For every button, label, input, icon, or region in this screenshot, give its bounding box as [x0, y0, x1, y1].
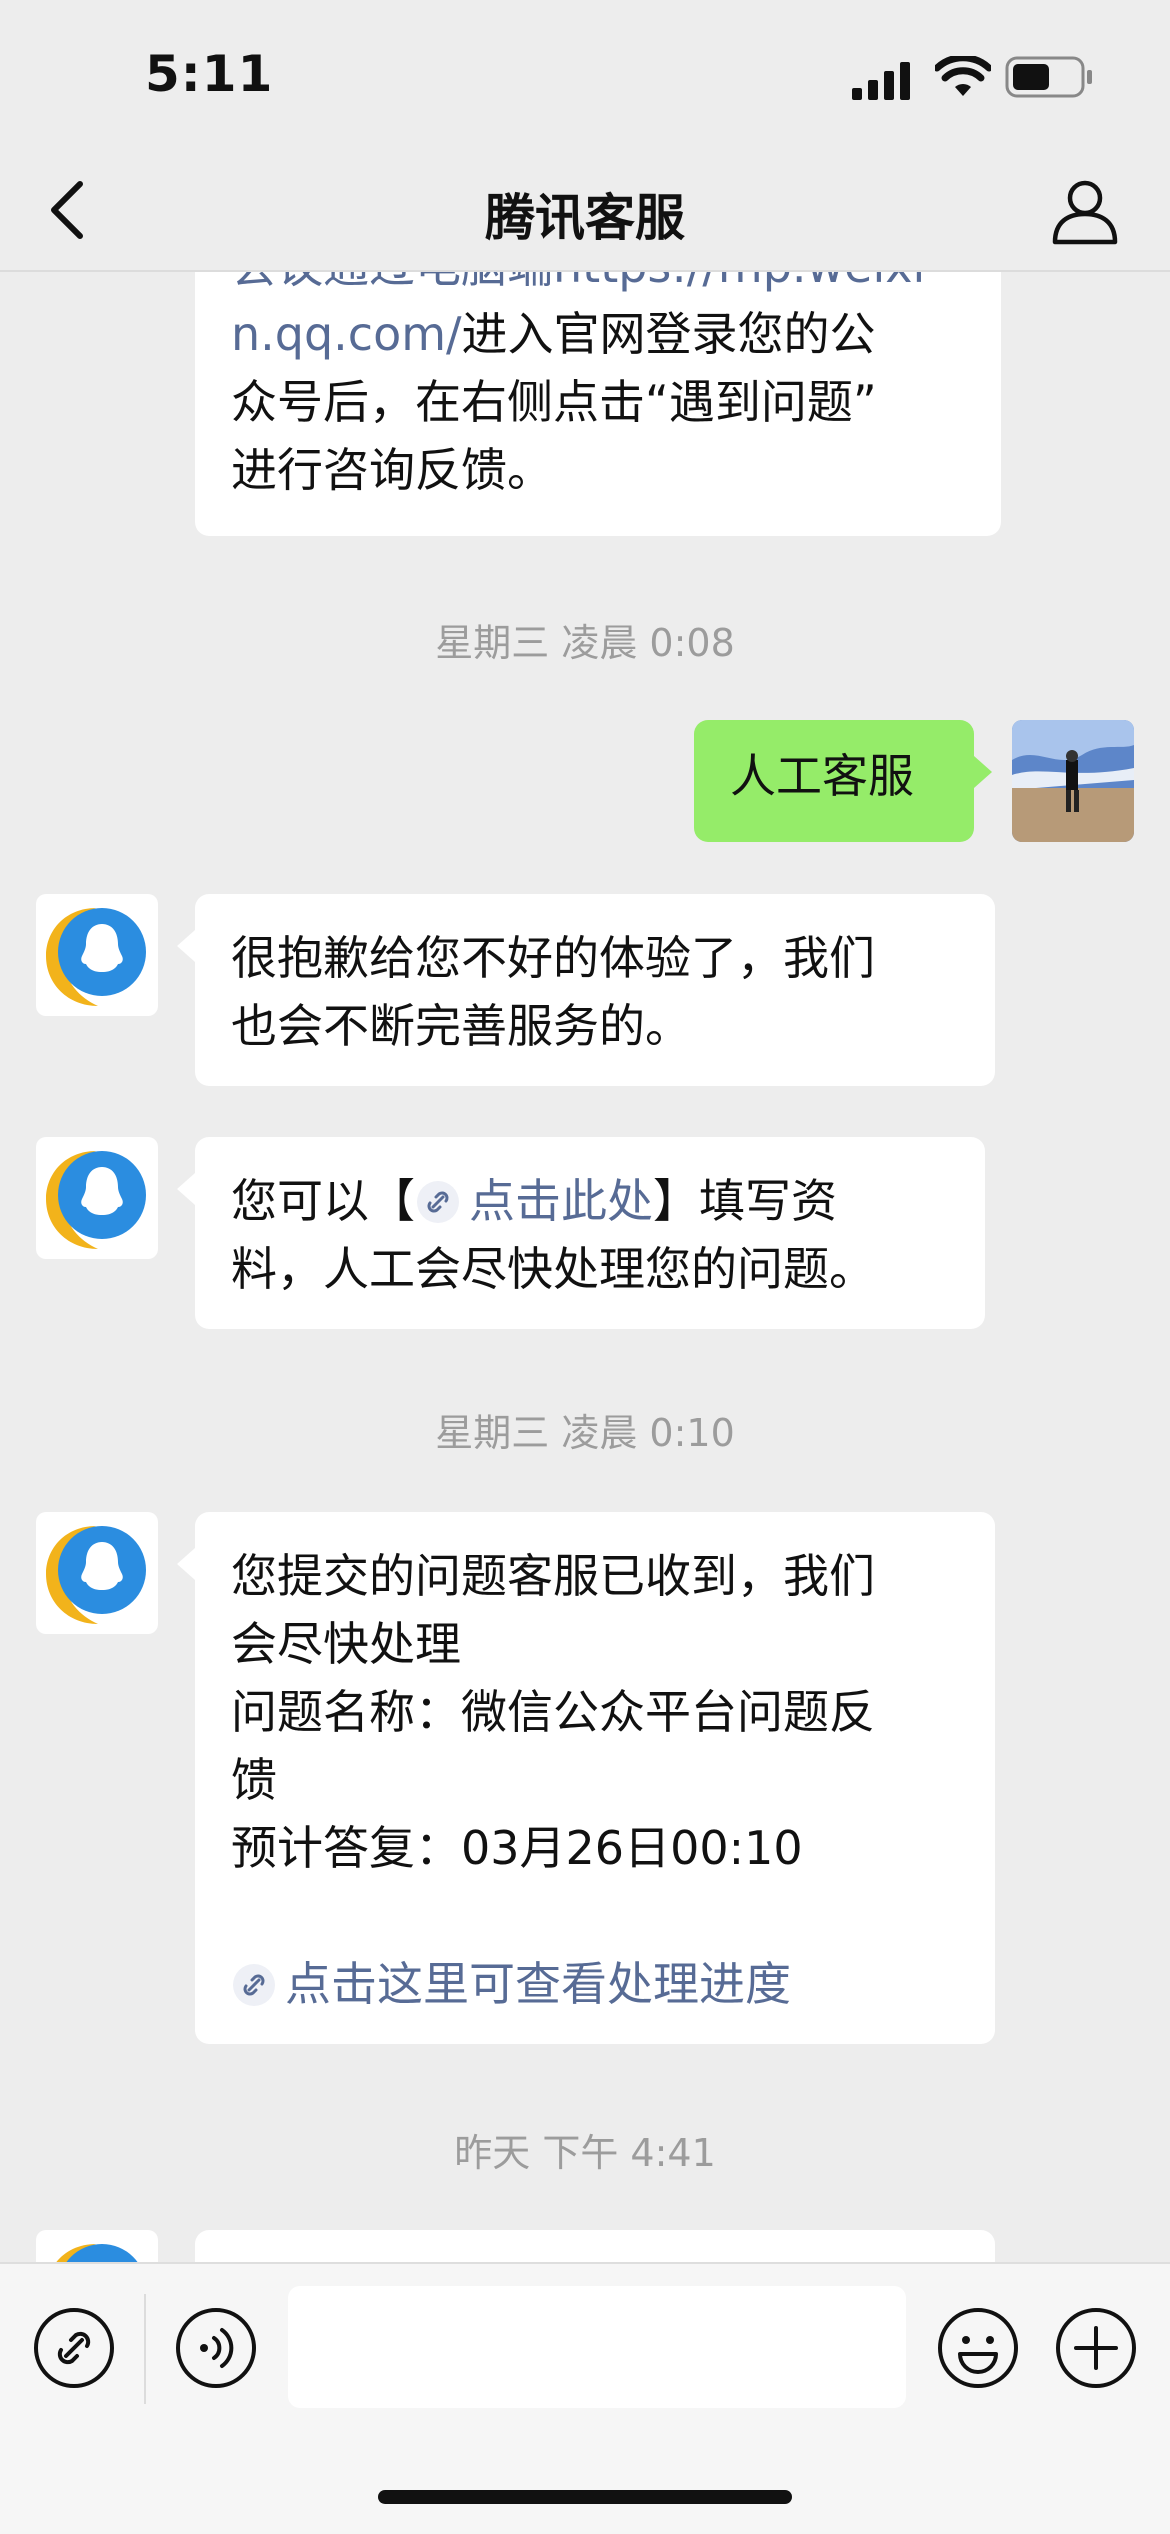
message-text: 进行咨询反馈。 — [231, 443, 553, 497]
message-text: 您提交的问题客服已收到，我们 — [231, 1549, 875, 1603]
message-text: 会议通过电脑端https://mp.weixi — [231, 272, 965, 300]
timestamp: 星期三 凌晨 0:08 — [435, 621, 735, 665]
service-avatar[interactable] — [36, 2230, 158, 2262]
message-text: 人工客服 — [730, 749, 914, 803]
status-time: 5:11 — [145, 45, 274, 103]
service-avatar[interactable] — [36, 1137, 158, 1259]
message-text: 进入官网登录您的公 — [461, 307, 876, 361]
user-avatar[interactable] — [1012, 720, 1134, 842]
timestamp: 星期三 凌晨 0:10 — [435, 1411, 735, 1455]
service-avatar[interactable] — [36, 894, 158, 1016]
message-text: 预计答复：03月26日00:10 — [231, 1821, 803, 1875]
message-text: 也会不断完善服务的。 — [231, 999, 691, 1053]
plus-icon[interactable] — [1052, 2304, 1140, 2392]
qq-logo-icon — [56, 2244, 138, 2262]
message-bubble[interactable]: 很抱歉给您不好的体验了，我们 也会不断完善服务的。 — [177, 894, 995, 1086]
message-text: 】填写资 — [653, 1174, 837, 1228]
qq-logo-icon — [46, 1526, 146, 1624]
message-text: 会尽快处理 — [231, 1617, 461, 1671]
status-bar: 5:11 — [0, 0, 1170, 150]
link-icon[interactable] — [30, 2304, 118, 2392]
message-bubble-sent[interactable]: 人工客服 — [694, 720, 992, 842]
progress-link[interactable]: 点击这里可查看处理进度 — [285, 1957, 791, 2011]
qq-logo-icon — [46, 1151, 146, 1249]
message-input[interactable] — [288, 2286, 906, 2408]
message-text: 很抱歉给您不好的体验了，我们 — [231, 931, 875, 985]
wifi-icon — [935, 56, 991, 96]
message-text: 众号后，在右侧点击“遇到问题” — [231, 375, 877, 429]
timestamp: 昨天 下午 4:41 — [454, 2131, 716, 2175]
emoji-icon[interactable] — [934, 2304, 1022, 2392]
message-bubble[interactable]: 您可以【 点击此处】填写资 料，人工会尽快处理您的问题。 — [177, 1137, 985, 1329]
divider — [144, 2294, 146, 2404]
qq-logo-icon — [46, 908, 146, 1006]
fill-form-link[interactable]: 点击此处 — [469, 1174, 653, 1228]
page-title: 腾讯客服 — [485, 189, 685, 247]
message-link[interactable]: n.qq.com/ — [231, 307, 462, 361]
message-bubble[interactable] — [195, 2230, 995, 2262]
signal-icon — [852, 62, 910, 100]
nav-bar: 腾讯客服 — [0, 150, 1170, 272]
message-text: 问题名称：微信公众平台问题反 — [231, 1685, 875, 1739]
link-icon — [417, 1181, 459, 1223]
service-avatar[interactable] — [36, 1512, 158, 1634]
battery-icon — [1005, 56, 1092, 98]
home-indicator — [378, 2490, 792, 2504]
message-text: 料，人工会尽快处理您的问题。 — [231, 1242, 875, 1296]
message-bubble[interactable]: 您提交的问题客服已收到，我们 会尽快处理 问题名称：微信公众平台问题反 馈 预计… — [177, 1512, 995, 2044]
message-text: 馈 — [231, 1753, 277, 1807]
message-text: 您可以【 — [231, 1174, 415, 1228]
chat-area[interactable]: 会议通过电脑端https://mp.weixi n.qq.com/进入官网登录您… — [0, 272, 1170, 2262]
profile-icon[interactable] — [1050, 176, 1120, 246]
link-icon — [233, 1964, 275, 2006]
voice-icon[interactable] — [172, 2304, 260, 2392]
message-bubble[interactable]: 会议通过电脑端https://mp.weixi n.qq.com/进入官网登录您… — [195, 272, 1001, 536]
